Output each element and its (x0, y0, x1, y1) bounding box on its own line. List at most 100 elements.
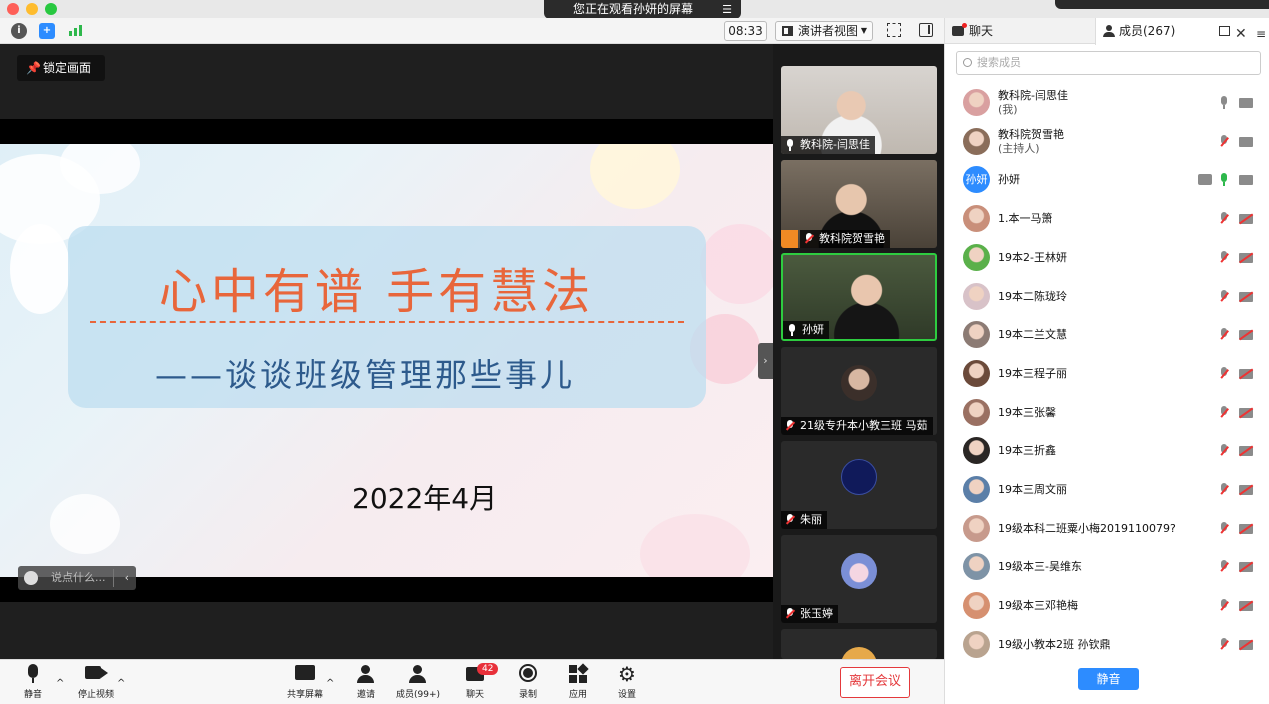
member-row[interactable]: 19本三折鑫 (945, 432, 1269, 470)
emoji-icon[interactable] (24, 571, 38, 585)
mute-button[interactable]: 静音 (18, 664, 48, 700)
more-icon[interactable]: ≡ (1256, 21, 1266, 47)
video-tile[interactable]: 教科院贺雪艳 (781, 160, 937, 248)
microphone-muted-icon[interactable] (1220, 444, 1229, 457)
member-row[interactable]: 孙妍 孙妍 (945, 161, 1269, 199)
chevron-left-icon[interactable]: ‹ (125, 566, 129, 590)
member-row[interactable]: 教科院-闫思佳 (我) (945, 84, 1269, 122)
microphone-muted-icon[interactable] (1220, 637, 1229, 651)
avatar (963, 359, 990, 387)
panel-tabs: 聊天 成员(267) ✕ ≡ (945, 18, 1269, 45)
member-name: 19本二兰文慧 (998, 328, 1067, 342)
member-row[interactable]: 19本三周文丽 (945, 471, 1269, 509)
member-row[interactable]: 教科院贺雪艳 (主持人) (945, 123, 1269, 161)
video-off-icon[interactable] (1239, 523, 1253, 534)
close-icon[interactable]: ✕ (1235, 21, 1247, 47)
lock-view-button[interactable]: 📌 锁定画面 (17, 55, 105, 81)
collapse-thumbnails-button[interactable]: › (758, 343, 773, 379)
member-row[interactable]: 19本2-王林妍 (945, 239, 1269, 277)
microphone-muted-icon[interactable] (1220, 405, 1229, 419)
video-camera-icon[interactable] (1239, 136, 1253, 147)
video-tile[interactable]: 张玉婷 (781, 535, 937, 623)
members-button[interactable]: 成员(99+) (396, 664, 440, 700)
share-screen-button[interactable]: 共享屏幕 (286, 664, 324, 700)
video-off-icon[interactable] (1239, 407, 1253, 418)
avatar (963, 553, 990, 581)
microphone-muted-icon[interactable] (1220, 560, 1229, 573)
video-off-icon[interactable] (1239, 368, 1253, 379)
video-tile[interactable] (781, 629, 937, 659)
info-icon[interactable]: i (11, 23, 27, 39)
menu-icon[interactable]: ☰ (722, 0, 732, 19)
settings-button[interactable]: ⚙ 设置 (614, 664, 640, 700)
member-row[interactable]: 19本二兰文慧 (945, 316, 1269, 354)
microphone-muted-icon[interactable] (1220, 250, 1229, 264)
video-tile[interactable]: 教科院-闫思佳 (781, 66, 937, 154)
search-members-input[interactable]: 搜索成员 (956, 51, 1261, 75)
microphone-muted-icon[interactable] (1220, 289, 1229, 303)
member-name: 19本三周文丽 (998, 483, 1067, 496)
member-row[interactable]: 19级本三邓艳梅 (945, 587, 1269, 625)
microphone-muted-icon[interactable] (1220, 328, 1229, 341)
chevron-up-icon[interactable]: ^ (56, 678, 64, 689)
member-row[interactable]: 1.本一马箫 (945, 200, 1269, 238)
zoom-window-button[interactable] (45, 3, 57, 15)
fullscreen-icon[interactable] (887, 23, 901, 37)
minimize-window-button[interactable] (26, 3, 38, 15)
member-name-text: 教科院-闫思佳 (998, 89, 1068, 102)
microphone-icon[interactable] (1220, 173, 1229, 187)
video-off-icon[interactable] (1239, 601, 1253, 612)
view-mode-button[interactable]: 演讲者视图 ▼ (775, 21, 873, 41)
leave-meeting-button[interactable]: 离开会议 (840, 667, 910, 698)
video-tile[interactable]: 朱丽 (781, 441, 937, 529)
microphone-muted-icon[interactable] (1220, 599, 1229, 612)
stop-video-button[interactable]: 停止视频 (75, 664, 117, 700)
member-name: 19本三程子丽 (998, 366, 1067, 380)
record-icon (515, 664, 541, 684)
video-camera-icon[interactable] (1239, 98, 1253, 108)
video-tile-active-speaker[interactable]: 孙妍 (781, 253, 937, 341)
video-off-icon[interactable] (1239, 330, 1253, 341)
microphone-muted-icon[interactable] (1220, 134, 1229, 148)
video-off-icon[interactable] (1239, 214, 1253, 225)
apps-button[interactable]: 应用 (565, 663, 591, 700)
tab-chat[interactable]: 聊天 (952, 18, 993, 44)
tab-members[interactable]: 成员(267) ✕ ≡ (1095, 18, 1269, 45)
video-camera-icon[interactable] (1239, 175, 1253, 186)
member-row[interactable]: 19本三程子丽 (945, 355, 1269, 393)
signal-icon[interactable] (67, 22, 83, 38)
chevron-up-icon[interactable]: ^ (117, 678, 125, 689)
video-tile[interactable]: 21级专升本小教三班 马茹 (781, 347, 937, 435)
member-name: 教科院-闫思佳 (我) (998, 89, 1068, 117)
screen-share-banner[interactable]: 您正在观看孙妍的屏幕 ☰ (544, 0, 741, 19)
popout-icon[interactable] (1219, 26, 1230, 36)
microphone-muted-icon[interactable] (1220, 366, 1229, 380)
mute-all-button[interactable]: 静音 (1078, 668, 1139, 690)
member-row[interactable]: 19级小教本2班 孙钦鼎 (945, 626, 1269, 664)
member-row[interactable]: 19本三张馨 (945, 394, 1269, 432)
flower-decoration (590, 144, 680, 209)
invite-button[interactable]: 邀请 (353, 664, 379, 700)
member-row[interactable]: 19本二陈珑玲 (945, 278, 1269, 316)
avatar (963, 514, 990, 542)
slide-title: 心中有谱 手有慧法 (158, 264, 595, 320)
chevron-up-icon[interactable]: ^ (326, 678, 334, 689)
microphone-muted-icon (786, 608, 794, 620)
video-off-icon[interactable] (1239, 291, 1253, 302)
quick-chat-input[interactable]: 说点什么... ‹ (18, 566, 136, 590)
video-off-icon[interactable] (1239, 485, 1253, 495)
microphone-muted-icon[interactable] (1220, 483, 1229, 496)
member-row[interactable]: 19级本科二班粟小梅2019110079? (945, 510, 1269, 548)
microphone-muted-icon[interactable] (1220, 212, 1229, 225)
shield-icon[interactable]: + (39, 23, 55, 39)
video-off-icon[interactable] (1239, 252, 1253, 263)
video-off-icon[interactable] (1239, 446, 1253, 457)
video-off-icon[interactable] (1239, 639, 1253, 650)
member-row[interactable]: 19级本三-吴维东 (945, 548, 1269, 586)
video-off-icon[interactable] (1239, 562, 1253, 573)
record-button[interactable]: 录制 (515, 664, 541, 700)
microphone-icon[interactable] (1220, 96, 1229, 109)
microphone-muted-icon[interactable] (1220, 521, 1229, 535)
close-window-button[interactable] (7, 3, 19, 15)
panel-toggle-icon[interactable] (919, 23, 933, 37)
